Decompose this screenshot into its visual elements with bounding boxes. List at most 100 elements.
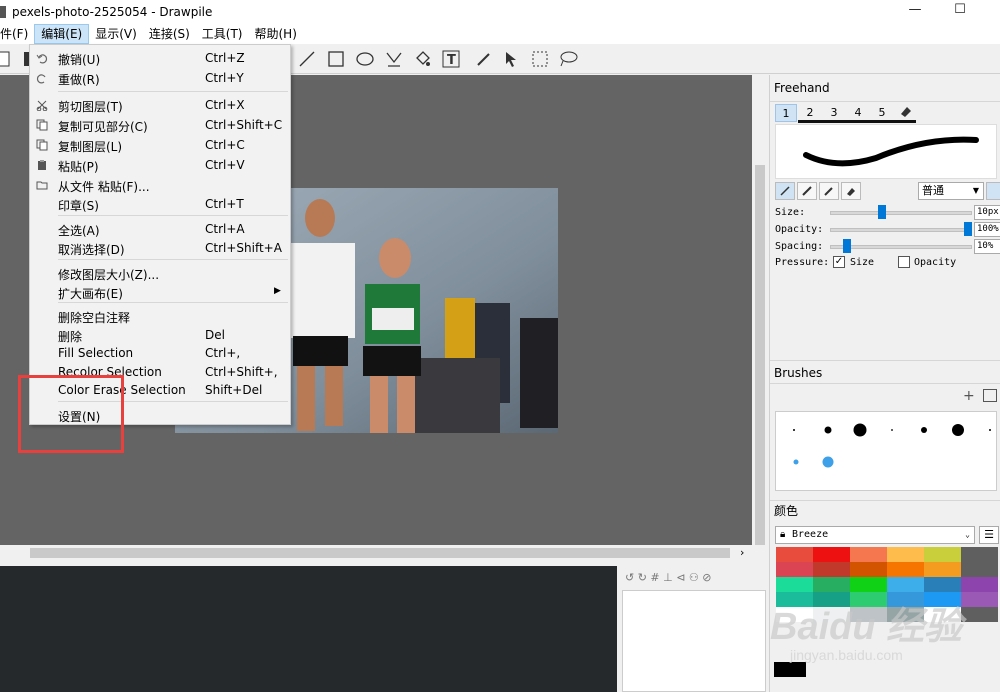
size-slider-handle[interactable]: [878, 205, 887, 219]
color-swatch[interactable]: [776, 577, 813, 592]
color-swatch[interactable]: [850, 607, 887, 622]
edit-menu-item-label: 印章(S): [58, 199, 99, 213]
color-swatch[interactable]: [924, 562, 961, 577]
color-swatch[interactable]: [887, 562, 924, 577]
paste-icon: [35, 158, 49, 172]
edit-menu-item[interactable]: 重做(R) Ctrl+Y: [30, 69, 290, 87]
brush-slot-1[interactable]: 1: [775, 104, 797, 122]
palette-select[interactable]: 🔒︎ Breeze ⌄: [775, 526, 975, 544]
ellipse-tool-icon[interactable]: [355, 49, 375, 69]
new-icon[interactable]: [0, 49, 14, 69]
edit-menu-item[interactable]: 复制可见部分(C) Ctrl+Shift+C: [30, 116, 290, 134]
edit-menu-item[interactable]: 全选(A) Ctrl+A: [30, 220, 290, 238]
rect-select-icon[interactable]: [530, 49, 550, 69]
edit-menu-item[interactable]: 扩大画布(E) ▶: [30, 283, 290, 301]
navigator-toolbar-icons[interactable]: ↺ ↻ # ⊥ ⊲ ⚇ ⊘: [625, 570, 765, 584]
pressure-opacity-checkbox[interactable]: [898, 256, 910, 268]
edit-menu-item-label: 删除空白注释: [58, 311, 131, 325]
color-swatch[interactable]: [813, 547, 850, 562]
brush-presets-list[interactable]: [775, 411, 997, 491]
color-swatch[interactable]: [850, 577, 887, 592]
color-swatch[interactable]: [924, 607, 961, 622]
pressure-size-checkbox[interactable]: ✓: [833, 256, 845, 268]
maximize-button[interactable]: ☐: [945, 2, 975, 22]
add-brush-icon[interactable]: +: [963, 388, 975, 404]
eraser-mode-icon[interactable]: [841, 182, 861, 200]
edit-menu-item[interactable]: 从文件 粘贴(F)...: [30, 176, 290, 194]
color-swatch[interactable]: [887, 607, 924, 622]
palette-menu-icon[interactable]: ☰: [979, 526, 999, 544]
text-tool-icon[interactable]: T: [441, 49, 461, 69]
fill-tool-icon[interactable]: [412, 49, 432, 69]
svg-text:T: T: [447, 53, 456, 68]
menu-separator: [58, 259, 288, 260]
canvas-horizontal-scrollbar[interactable]: [0, 545, 752, 561]
color-picker-icon[interactable]: [474, 49, 494, 69]
lasso-icon[interactable]: [558, 49, 578, 69]
edit-menu-item[interactable]: 删除空白注释: [30, 307, 290, 325]
opacity-spinbox[interactable]: 100%: [974, 222, 1000, 237]
color-swatch[interactable]: [776, 547, 813, 562]
canvas-vertical-scrollbar[interactable]: [752, 75, 768, 545]
color-swatch[interactable]: [924, 547, 961, 562]
menu-edit[interactable]: 编辑(E): [34, 24, 90, 44]
color-swatch[interactable]: [813, 592, 850, 607]
edit-menu-dropdown: 撤销(U) Ctrl+Z 重做(R) Ctrl+Y 剪切图层(T) Ctrl+X 复制可见部…: [29, 44, 291, 425]
edit-menu-item[interactable]: 粘贴(P) Ctrl+V: [30, 156, 290, 174]
color-swatch[interactable]: [961, 607, 998, 622]
color-swatch[interactable]: [776, 607, 813, 622]
color-swatch[interactable]: [961, 577, 998, 592]
rectangle-tool-icon[interactable]: [326, 49, 346, 69]
size-slider[interactable]: [830, 211, 972, 215]
scroll-right-arrow-icon[interactable]: ›: [740, 546, 744, 559]
edit-menu-item[interactable]: 剪切图层(T) Ctrl+X: [30, 96, 290, 114]
edit-menu-item[interactable]: 印章(S) Ctrl+T: [30, 195, 290, 213]
spacing-slider-handle[interactable]: [843, 239, 852, 253]
color-swatch[interactable]: [961, 562, 998, 577]
color-swatch[interactable]: [887, 592, 924, 607]
minimize-button[interactable]: —: [900, 2, 930, 22]
color-swatch[interactable]: [961, 592, 998, 607]
color-swatch[interactable]: [850, 562, 887, 577]
edit-menu-item[interactable]: 删除 Del: [30, 326, 290, 344]
erase-mode-toggle-icon[interactable]: [986, 182, 1000, 200]
pencil-mode-icon[interactable]: [775, 182, 795, 200]
color-swatch[interactable]: [813, 577, 850, 592]
edit-menu-item[interactable]: 复制图层(L) Ctrl+C: [30, 136, 290, 154]
navigator-preview[interactable]: [622, 590, 766, 692]
color-swatch[interactable]: [887, 547, 924, 562]
color-swatch[interactable]: [924, 592, 961, 607]
color-swatch[interactable]: [887, 577, 924, 592]
color-swatch[interactable]: [961, 547, 998, 562]
select-tool-icon[interactable]: [501, 49, 521, 69]
brush-mode-icon[interactable]: [797, 182, 817, 200]
menu-tools[interactable]: 工具(T): [196, 24, 249, 44]
bezier-tool-icon[interactable]: [384, 49, 404, 69]
menu-session[interactable]: 连接(S): [143, 24, 196, 44]
color-swatch[interactable]: [850, 592, 887, 607]
edit-menu-item[interactable]: Fill Selection Ctrl+,: [30, 344, 290, 362]
current-color-swatch[interactable]: [774, 662, 806, 677]
color-swatch[interactable]: [924, 577, 961, 592]
color-swatch[interactable]: [813, 562, 850, 577]
color-swatch[interactable]: [850, 547, 887, 562]
edit-menu-item[interactable]: 修改图层大小(Z)...: [30, 264, 290, 282]
pressure-opacity-label: Opacity: [914, 257, 957, 268]
color-swatch[interactable]: [776, 562, 813, 577]
menu-view[interactable]: 显示(V): [89, 24, 143, 44]
color-panel-title: 颜色: [774, 504, 799, 518]
spacing-spinbox[interactable]: 10%: [974, 239, 1000, 254]
menu-file[interactable]: 件(F): [0, 24, 34, 44]
opacity-slider[interactable]: [830, 228, 972, 232]
blend-mode-select[interactable]: 普通 ▼: [918, 182, 984, 200]
opacity-slider-handle[interactable]: [964, 222, 972, 236]
edit-menu-item[interactable]: 取消选择(D) Ctrl+Shift+A: [30, 239, 290, 257]
smudge-mode-icon[interactable]: [819, 182, 839, 200]
save-brush-icon[interactable]: [983, 389, 997, 402]
size-spinbox[interactable]: 10px: [974, 205, 1000, 220]
menu-help[interactable]: 帮助(H): [249, 24, 303, 44]
color-swatch[interactable]: [776, 592, 813, 607]
color-swatch[interactable]: [813, 607, 850, 622]
line-tool-icon[interactable]: [297, 49, 317, 69]
edit-menu-item[interactable]: 撤销(U) Ctrl+Z: [30, 49, 290, 67]
